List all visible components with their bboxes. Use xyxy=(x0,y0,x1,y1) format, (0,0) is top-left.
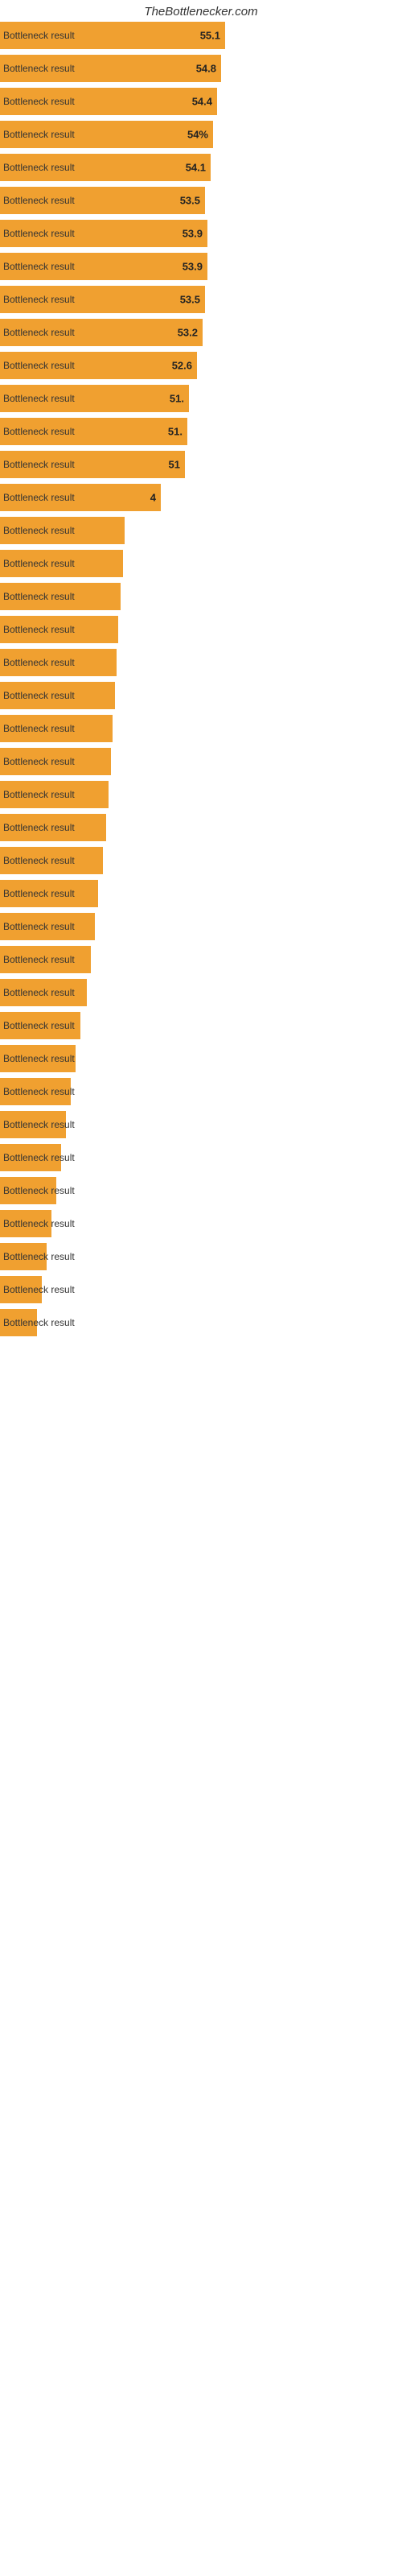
list-item: Bottleneck result xyxy=(0,946,402,973)
list-item: Bottleneck result 54.4 xyxy=(0,88,402,115)
list-item: Bottleneck result xyxy=(0,715,402,742)
bar-label: Bottleneck result xyxy=(3,954,75,965)
bar-value: 53.2 xyxy=(178,327,198,339)
list-item: Bottleneck result 53.2 xyxy=(0,319,402,346)
list-item: Bottleneck result xyxy=(0,748,402,775)
list-item: Bottleneck result xyxy=(0,781,402,808)
bar-label: Bottleneck result xyxy=(3,525,75,536)
bar-label: Bottleneck result xyxy=(3,162,75,173)
list-item: Bottleneck result xyxy=(0,1045,402,1072)
bar-label: Bottleneck result xyxy=(3,723,75,734)
bar-label: Bottleneck result xyxy=(3,63,75,74)
bar-value: 51 xyxy=(169,459,180,471)
list-item: Bottleneck result xyxy=(0,1276,402,1303)
bar-label: Bottleneck result xyxy=(3,228,75,239)
bar-label: Bottleneck result xyxy=(3,690,75,701)
bar-label: Bottleneck result xyxy=(3,822,75,833)
list-item: Bottleneck result 4 xyxy=(0,484,402,511)
bar-label: Bottleneck result xyxy=(3,987,75,998)
bar-label: Bottleneck result xyxy=(3,1152,75,1163)
bar-value: 54.8 xyxy=(196,63,216,75)
bar-label: Bottleneck result xyxy=(3,855,75,866)
bar-label: Bottleneck result xyxy=(3,195,75,206)
list-item: Bottleneck result 53.9 xyxy=(0,253,402,280)
list-item: Bottleneck result xyxy=(0,847,402,874)
list-item: Bottleneck result xyxy=(0,550,402,577)
list-item: Bottleneck result xyxy=(0,616,402,643)
list-item: Bottleneck result xyxy=(0,1144,402,1171)
bar-label: Bottleneck result xyxy=(3,1086,75,1097)
bar-value: 53.5 xyxy=(180,195,200,207)
list-item: Bottleneck result xyxy=(0,880,402,907)
list-item: Bottleneck result 51. xyxy=(0,385,402,412)
bar-value: 51. xyxy=(168,426,183,438)
list-item: Bottleneck result 53.5 xyxy=(0,187,402,214)
bar-label: Bottleneck result xyxy=(3,393,75,404)
bar-label: Bottleneck result xyxy=(3,1185,75,1196)
bar-value: 54.1 xyxy=(186,162,206,174)
bar-label: Bottleneck result xyxy=(3,1020,75,1031)
bar-label: Bottleneck result xyxy=(3,624,75,635)
bar-label: Bottleneck result xyxy=(3,921,75,932)
bar-label: Bottleneck result xyxy=(3,96,75,107)
list-item: Bottleneck result xyxy=(0,1243,402,1270)
bar-label: Bottleneck result xyxy=(3,261,75,272)
list-item: Bottleneck result xyxy=(0,1309,402,1336)
bar-value: 54% xyxy=(187,129,208,141)
bar-label: Bottleneck result xyxy=(3,657,75,668)
list-item: Bottleneck result 51. xyxy=(0,418,402,445)
bar-label: Bottleneck result xyxy=(3,426,75,437)
bar-value: 53.9 xyxy=(183,261,203,273)
bar-label: Bottleneck result xyxy=(3,294,75,305)
list-item: Bottleneck result 54% xyxy=(0,121,402,148)
list-item: Bottleneck result xyxy=(0,1012,402,1039)
bar-label: Bottleneck result xyxy=(3,1053,75,1064)
bar-label: Bottleneck result xyxy=(3,888,75,899)
list-item: Bottleneck result 54.8 xyxy=(0,55,402,82)
bar-label: Bottleneck result xyxy=(3,1284,75,1295)
bar-label: Bottleneck result xyxy=(3,327,75,338)
list-item: Bottleneck result xyxy=(0,1210,402,1237)
list-item: Bottleneck result 55.1 xyxy=(0,22,402,49)
list-item: Bottleneck result xyxy=(0,979,402,1006)
bar-value: 4 xyxy=(150,492,156,504)
list-item: Bottleneck result xyxy=(0,583,402,610)
bar-label: Bottleneck result xyxy=(3,492,75,503)
bar-label: Bottleneck result xyxy=(3,1317,75,1328)
bar-label: Bottleneck result xyxy=(3,30,75,41)
bar-label: Bottleneck result xyxy=(3,591,75,602)
bar-label: Bottleneck result xyxy=(3,756,75,767)
bar-value: 53.9 xyxy=(183,228,203,240)
list-item: Bottleneck result xyxy=(0,814,402,841)
bar-label: Bottleneck result xyxy=(3,129,75,140)
list-item: Bottleneck result xyxy=(0,913,402,940)
site-header: TheBottlenecker.com xyxy=(0,0,402,22)
bar-label: Bottleneck result xyxy=(3,459,75,470)
bar-value: 55.1 xyxy=(200,30,220,42)
bar-value: 51. xyxy=(170,393,184,405)
bar-value: 52.6 xyxy=(172,360,192,372)
list-item: Bottleneck result 53.9 xyxy=(0,220,402,247)
list-item: Bottleneck result xyxy=(0,649,402,676)
bar-label: Bottleneck result xyxy=(3,1218,75,1229)
list-item: Bottleneck result xyxy=(0,682,402,709)
bar-value: 54.4 xyxy=(192,96,212,108)
list-item: Bottleneck result 53.5 xyxy=(0,286,402,313)
bar-label: Bottleneck result xyxy=(3,1251,75,1262)
list-item: Bottleneck result 51 xyxy=(0,451,402,478)
bar-label: Bottleneck result xyxy=(3,789,75,800)
list-item: Bottleneck result xyxy=(0,1177,402,1204)
bar-label: Bottleneck result xyxy=(3,360,75,371)
list-item: Bottleneck result 54.1 xyxy=(0,154,402,181)
bar-label: Bottleneck result xyxy=(3,1119,75,1130)
bar-label: Bottleneck result xyxy=(3,558,75,569)
list-item: Bottleneck result xyxy=(0,1078,402,1105)
bar-value: 53.5 xyxy=(180,294,200,306)
list-item: Bottleneck result xyxy=(0,1111,402,1138)
list-item: Bottleneck result 52.6 xyxy=(0,352,402,379)
list-item: Bottleneck result xyxy=(0,517,402,544)
